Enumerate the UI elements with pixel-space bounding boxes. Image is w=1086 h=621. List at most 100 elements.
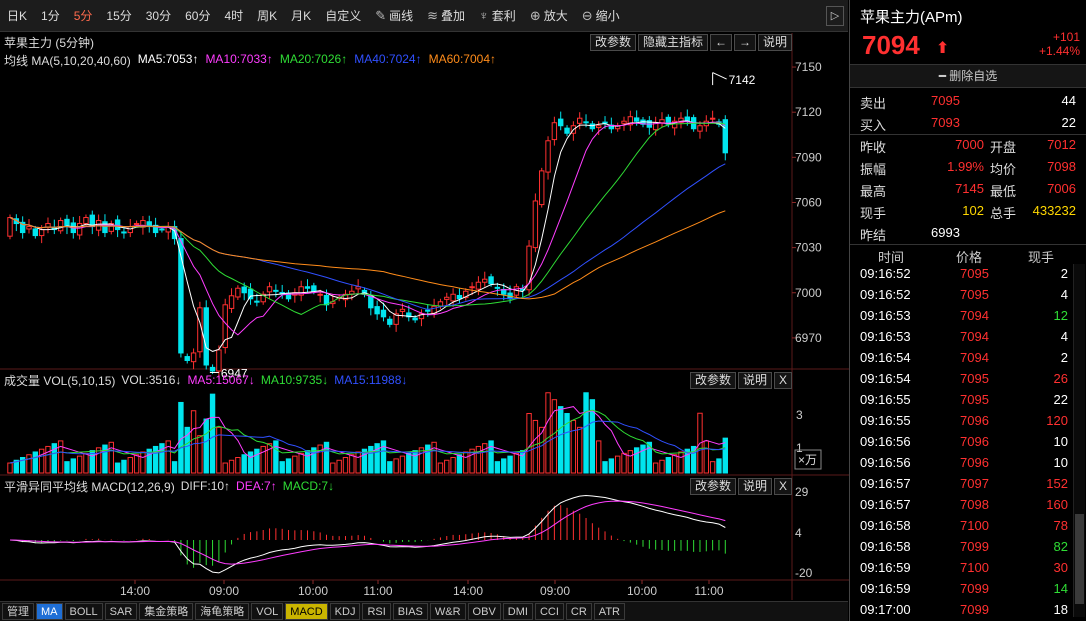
trade-price: 7095 <box>960 287 989 302</box>
trade-scrollbar[interactable] <box>1073 264 1085 617</box>
panel-button[interactable]: ← <box>709 34 732 51</box>
panel-button[interactable]: 说明 <box>737 372 772 389</box>
ma-value: MA20:7026↑ <box>279 52 348 66</box>
macd-diff: DIFF:10↑ <box>180 479 231 493</box>
candle-body <box>26 226 32 230</box>
settle-value: 6993 <box>931 225 960 240</box>
y-tick-label: 7000 <box>795 286 822 300</box>
volume-bar <box>336 459 342 474</box>
y-tick-label: 7150 <box>795 60 822 74</box>
volume-bar <box>614 455 621 474</box>
trade-qty: 2 <box>1060 350 1068 365</box>
panel-button[interactable]: 隐藏主指标 <box>637 34 708 51</box>
indicator-tab[interactable]: 管理 <box>2 603 34 620</box>
candle-body <box>114 219 121 231</box>
candle-body <box>539 170 545 206</box>
ma-value: MA60:7004↑ <box>428 52 496 66</box>
trade-price: 7095 <box>960 392 989 407</box>
trade-qty: 10 <box>1053 434 1068 449</box>
stat-label: 振幅 <box>860 162 887 177</box>
trade-header-time: 时间 <box>878 250 905 265</box>
panel-button[interactable]: 说明 <box>737 478 772 495</box>
trade-price: 7094 <box>960 329 989 344</box>
volume-bar <box>532 419 539 474</box>
panel-button[interactable]: 改参数 <box>689 478 736 495</box>
trade-price: 7099 <box>960 602 989 617</box>
indicator-tab[interactable]: OBV <box>467 603 501 620</box>
volume-bar <box>292 455 298 474</box>
y-tick-label: 7060 <box>795 195 822 209</box>
trade-row: 09:16:56 7096 10 <box>850 434 1072 455</box>
volume-bar <box>671 454 678 474</box>
trade-qty: 82 <box>1053 539 1068 554</box>
indicator-tab[interactable]: W&R <box>429 603 466 620</box>
indicator-tab[interactable]: 集金策略 <box>139 603 194 620</box>
trade-price: 7099 <box>960 581 989 596</box>
volume-bar <box>627 450 634 474</box>
remove-watchlist-button[interactable]: ━ 删除自选 <box>850 64 1086 88</box>
trade-qty: 120 <box>1046 413 1068 428</box>
panel-button[interactable]: 改参数 <box>589 34 636 51</box>
indicator-tab[interactable]: MA <box>36 603 63 620</box>
volume-bar <box>38 448 45 474</box>
volume-bar <box>380 440 387 474</box>
macd-tick-label: -20 <box>795 566 813 580</box>
trade-row: 09:16:53 7094 4 <box>850 329 1072 350</box>
y-tick-label: 6970 <box>795 331 822 345</box>
candle-body <box>247 288 254 300</box>
candle-body <box>266 286 273 293</box>
volume-bar <box>494 461 501 474</box>
x-tick-label: 14:00 <box>120 584 150 598</box>
scrollbar-thumb[interactable] <box>1075 514 1084 604</box>
panel-button[interactable]: 改参数 <box>689 372 736 389</box>
stat-value: 102 <box>962 203 984 218</box>
trade-row: 09:16:54 7094 2 <box>850 350 1072 371</box>
trade-qty: 160 <box>1046 497 1068 512</box>
volume-bar <box>342 457 349 474</box>
kline-chart[interactable]: 715071207090706070307000697031×万294-2014… <box>0 0 849 601</box>
volume-bar <box>595 440 602 474</box>
candle-body <box>595 125 602 129</box>
volume-bar <box>70 458 76 474</box>
contract-name: 苹果主力(APm) <box>860 9 963 26</box>
panel-button[interactable]: X <box>773 372 792 389</box>
trade-time: 09:16:57 <box>860 476 911 491</box>
divider <box>850 244 1086 245</box>
indicator-tab[interactable]: CR <box>565 603 592 620</box>
trade-time: 09:16:59 <box>860 560 911 575</box>
indicator-tab[interactable]: KDJ <box>329 603 361 620</box>
candle-body <box>127 226 133 234</box>
candle-body <box>32 228 39 237</box>
volume-bar <box>222 462 228 474</box>
volume-bar <box>425 444 431 474</box>
volume-bar <box>323 441 330 474</box>
volume-bar <box>355 451 361 474</box>
indicator-tab[interactable]: MACD <box>285 603 328 620</box>
minus-icon: ━ <box>938 69 950 83</box>
indicator-tab[interactable]: VOL <box>251 603 284 620</box>
vol-ma5: MA5:15067↓ <box>187 373 255 387</box>
sell-label: 卖出 <box>860 96 887 111</box>
panel-button[interactable]: 说明 <box>757 34 792 51</box>
panel-button[interactable]: → <box>733 34 756 51</box>
stat-label: 昨收 <box>860 140 887 155</box>
divider <box>850 134 1086 135</box>
indicator-tab[interactable]: SAR <box>104 603 138 620</box>
volume-bar <box>95 447 102 474</box>
indicator-tab[interactable]: DMI <box>502 603 533 620</box>
indicator-tab[interactable]: RSI <box>362 603 391 620</box>
stat-value: 1.99% <box>947 159 984 174</box>
x-tick-label: 11:00 <box>363 584 392 598</box>
indicator-tab[interactable]: BOLL <box>64 603 103 620</box>
volume-bar <box>235 457 241 474</box>
indicator-tab[interactable]: ATR <box>593 603 625 620</box>
volume-bar <box>678 451 684 474</box>
panel-button[interactable]: X <box>773 478 792 495</box>
indicator-tab[interactable]: BIAS <box>392 603 428 620</box>
indicator-tab[interactable]: 海龟策略 <box>195 603 250 620</box>
trade-price: 7096 <box>960 413 989 428</box>
volume-bar <box>602 461 608 474</box>
volume-bar <box>26 454 32 474</box>
indicator-tab[interactable]: CCI <box>534 603 564 620</box>
volume-bar <box>260 445 266 474</box>
